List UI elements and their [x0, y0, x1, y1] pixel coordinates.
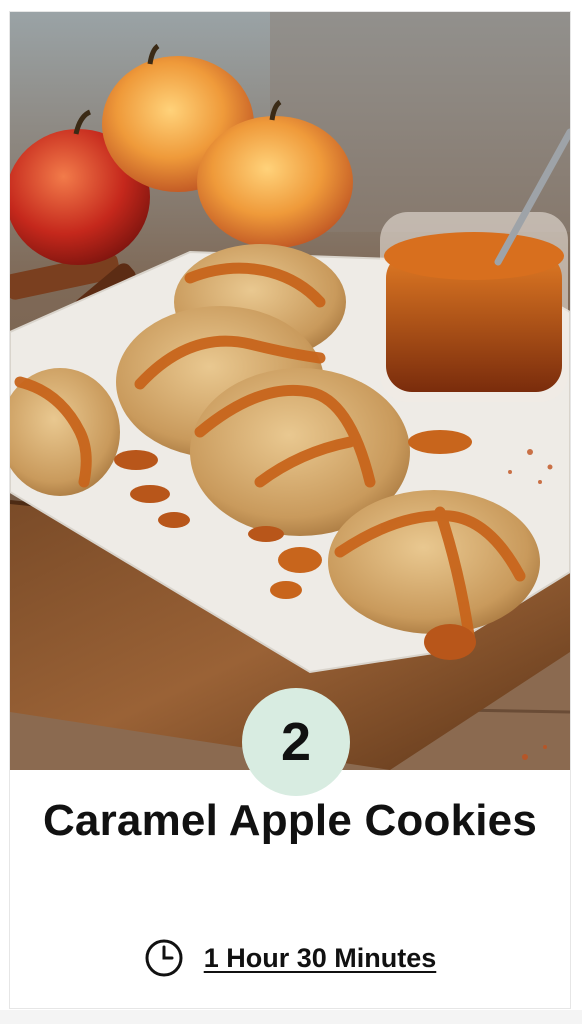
bottom-divider — [0, 1010, 582, 1024]
recipe-card[interactable]: 2 Caramel Apple Cookies 1 Hour 30 Minute… — [9, 11, 571, 1009]
recipe-time-row: 1 Hour 30 Minutes — [10, 938, 570, 978]
recipe-time-link[interactable]: 1 Hour 30 Minutes — [204, 943, 437, 974]
clock-icon — [145, 939, 183, 977]
recipe-number-badge: 2 — [242, 688, 350, 796]
recipe-title: Caramel Apple Cookies — [42, 796, 538, 845]
recipe-number: 2 — [280, 712, 312, 772]
recipe-photo — [10, 12, 570, 770]
